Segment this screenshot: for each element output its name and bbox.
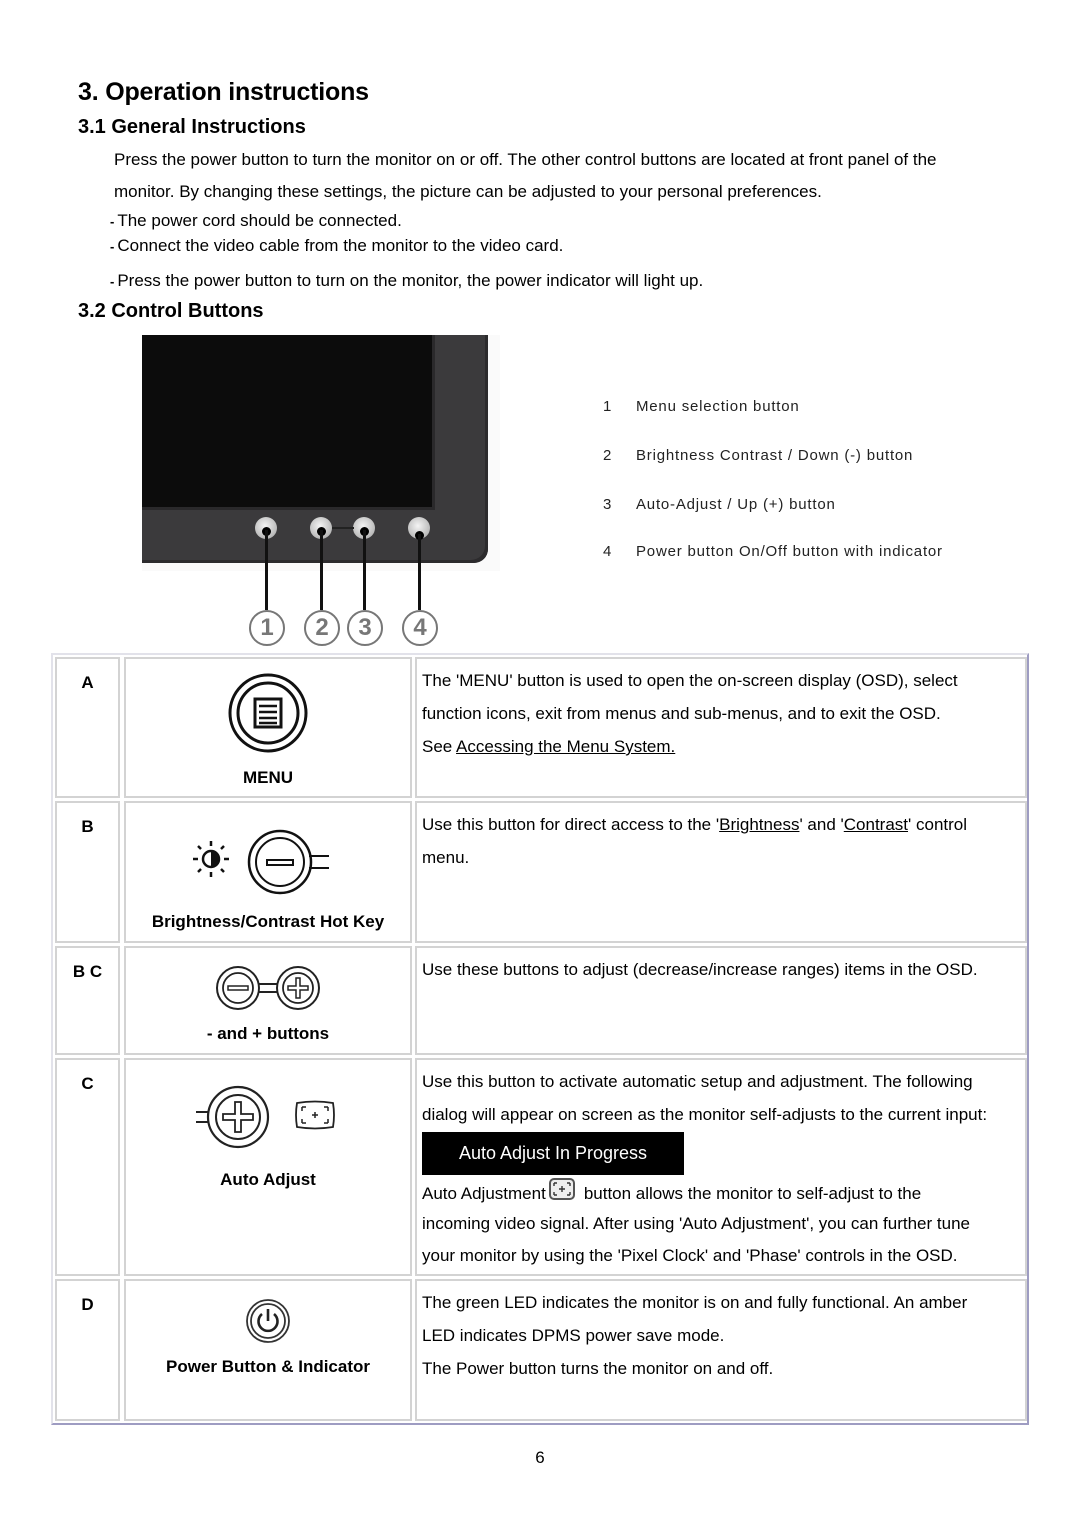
contrast-link[interactable]: Contrast	[844, 815, 908, 834]
legend-label: Power button On/Off button with indicato…	[636, 543, 943, 560]
auto-adjust-inline-icon	[548, 1178, 575, 1200]
sun-icon	[193, 841, 229, 877]
auto-adjust-osd-dialog: Auto Adjust In Progress	[422, 1132, 684, 1175]
leader-line	[363, 530, 366, 610]
leader-line	[265, 530, 268, 610]
description-line: dialog will appear on screen as the moni…	[422, 1105, 988, 1124]
description-line: your monitor by using the 'Pixel Clock' …	[422, 1246, 958, 1265]
row-icon-cell: Auto Adjust	[124, 1058, 412, 1276]
bullet-text: The power cord should be connected.	[117, 211, 402, 230]
description-text: button allows the monitor to self-adjust…	[583, 1184, 922, 1203]
see-prefix: See	[422, 737, 457, 756]
description-line: The Power button turns the monitor on an…	[422, 1359, 774, 1378]
row-description: The 'MENU' button is used to open the on…	[422, 664, 1021, 763]
row-description-cell: The green LED indicates the monitor is o…	[415, 1279, 1027, 1421]
description-line: function icons, exit from menus and sub-…	[422, 704, 941, 723]
bullet-marker: -	[110, 239, 115, 254]
callout-4: 4	[402, 610, 438, 646]
description-text: ' and '	[799, 815, 844, 834]
row-letter: D	[81, 1295, 94, 1314]
row-letter: B	[81, 817, 94, 836]
leader-line	[418, 534, 421, 610]
legend-number: 2	[603, 447, 613, 464]
legend-number: 3	[603, 496, 613, 513]
row-letter: A	[81, 673, 94, 692]
description-text: Auto Adjustment	[422, 1184, 546, 1203]
legend-item: 4 Power button On/Off button with indicat…	[603, 543, 943, 560]
row-icon-cell: Power Button & Indicator	[124, 1279, 412, 1421]
bullet-marker: -	[110, 274, 115, 289]
row-caption: Auto Adjust	[220, 1170, 316, 1189]
minus-plus-buttons-icon	[216, 966, 320, 1010]
row-caption: MENU	[242, 768, 294, 787]
row-letter: C	[81, 1074, 94, 1093]
monitor-screen	[142, 335, 435, 510]
page-number: 6	[535, 1448, 545, 1467]
description-line: LED indicates DPMS power save mode.	[422, 1326, 725, 1345]
intro-text-line2: monitor. By changing these settings, the…	[114, 182, 822, 201]
row-description: Use this button for direct access to the…	[422, 808, 1021, 874]
leader-line	[320, 530, 323, 610]
description-text: Use this button for direct access to the…	[422, 815, 720, 834]
legend-label: Auto-Adjust / Up (+) button	[636, 496, 836, 513]
description-line: Use this button to activate automatic se…	[422, 1072, 973, 1091]
row-icon-cell: - and + buttons	[124, 946, 412, 1055]
row-caption: Power Button & Indicator	[166, 1357, 370, 1376]
intro-text-line1: Press the power button to turn the monit…	[114, 150, 937, 169]
row-description-cell: Use this button for direct access to the…	[415, 801, 1027, 943]
legend-number: 1	[603, 398, 613, 415]
description-line: See Accessing the Menu System.	[422, 730, 1021, 763]
description-line: The 'MENU' button is used to open the on…	[422, 671, 958, 690]
button-link-line	[332, 527, 354, 529]
row-description-cell: The 'MENU' button is used to open the on…	[415, 657, 1027, 798]
brightness-link[interactable]: Brightness	[719, 815, 799, 834]
legend-label: Menu selection button	[636, 398, 800, 415]
row-letter-cell: C	[55, 1058, 120, 1276]
row-description-cell: Use this button to activate automatic se…	[415, 1058, 1027, 1276]
bullet-item: - Connect the video cable from the monito…	[110, 236, 563, 256]
auto-adjust-icon	[295, 1100, 335, 1130]
row-description: The green LED indicates the monitor is o…	[422, 1286, 1021, 1385]
row-description: Use this button to activate automatic se…	[422, 1065, 1021, 1272]
bullet-item: - The power cord should be connected.	[110, 211, 402, 231]
row-description: Use these buttons to adjust (decrease/in…	[422, 960, 978, 979]
row-icon-cell: Brightness/Contrast Hot Key	[124, 801, 412, 943]
legend-item: 1 Menu selection button	[603, 398, 800, 415]
row-letter-cell: B	[55, 801, 120, 943]
accessing-menu-system-link[interactable]: Accessing the Menu System.	[456, 737, 675, 756]
legend-item: 2 Brightness Contrast / Down (-) button	[603, 447, 913, 464]
description-line: The green LED indicates the monitor is o…	[422, 1293, 968, 1312]
callout-2: 2	[304, 610, 340, 646]
bullet-text: Connect the video cable from the monitor…	[117, 236, 564, 255]
section-heading-general: 3.1 General Instructions	[78, 116, 306, 138]
row-letter: B C	[72, 962, 103, 981]
section-heading-control: 3.2 Control Buttons	[78, 300, 264, 322]
row-icon-cell: MENU	[124, 657, 412, 798]
legend-label: Brightness Contrast / Down (-) button	[636, 447, 914, 464]
legend-item: 3 Auto-Adjust / Up (+) button	[603, 496, 836, 513]
power-button-icon	[246, 1299, 290, 1343]
page-title: 3. Operation instructions	[78, 78, 369, 106]
description-line: Auto Adjustment button allows the monitor…	[422, 1177, 1021, 1209]
description-text: ' control	[908, 815, 968, 834]
bullet-marker: -	[110, 214, 115, 229]
row-letter-cell: A	[55, 657, 120, 798]
row-description-cell: Use these buttons to adjust (decrease/in…	[415, 946, 1027, 1055]
callout-3: 3	[347, 610, 383, 646]
legend-number: 4	[603, 543, 613, 560]
description-line: menu.	[422, 848, 470, 867]
row-letter-cell: B C	[55, 946, 120, 1055]
menu-button-icon	[228, 673, 308, 753]
callout-1: 1	[249, 610, 285, 646]
row-letter-cell: D	[55, 1279, 120, 1421]
auto-adjust-button-icon	[196, 1085, 270, 1149]
bullet-text: Press the power button to turn on the mo…	[117, 271, 704, 290]
brightness-contrast-hotkey-icon	[193, 829, 329, 895]
description-line: Use this button for direct access to the…	[422, 808, 1021, 841]
row-caption: - and + buttons	[206, 1024, 330, 1043]
row-caption: Brightness/Contrast Hot Key	[151, 912, 385, 931]
bullet-item: - Press the power button to turn on the m…	[110, 271, 703, 291]
description-line: incoming video signal. After using 'Auto…	[422, 1214, 970, 1233]
